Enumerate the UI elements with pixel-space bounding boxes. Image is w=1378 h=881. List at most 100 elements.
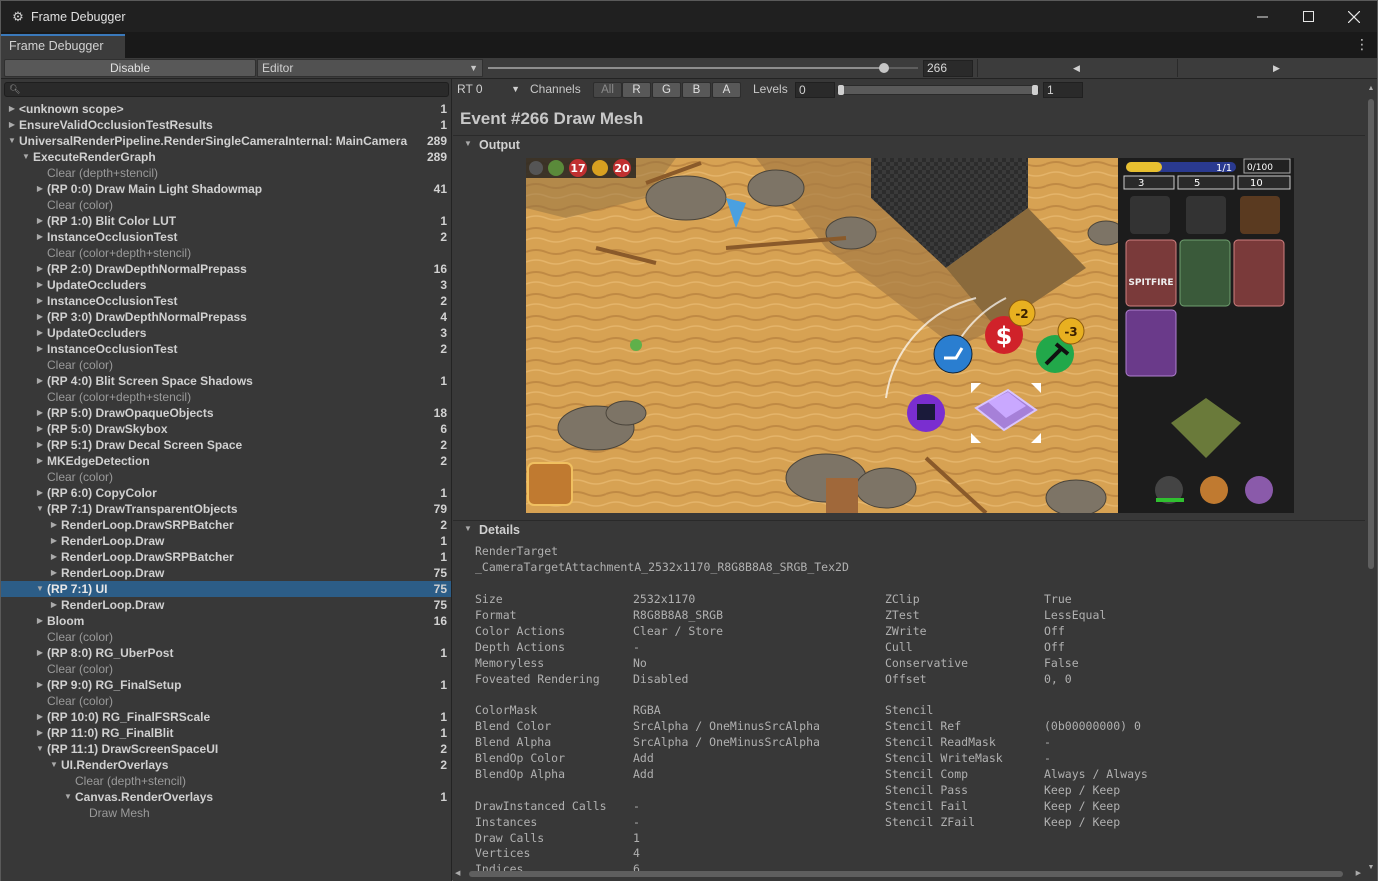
tree-row[interactable]: ▼ (RP 11:1) DrawScreenSpaceUI 2 [1,741,451,757]
collapsed-arrow-icon[interactable]: ▶ [35,421,45,437]
tree-row[interactable]: Clear (color+depth+stencil) [1,245,451,261]
collapsed-arrow-icon[interactable]: ▶ [35,277,45,293]
collapsed-arrow-icon[interactable]: ▶ [35,485,45,501]
tree-row[interactable]: ▶ (RP 10:0) RG_FinalFSRScale 1 [1,709,451,725]
tree-row[interactable]: Clear (color) [1,629,451,645]
tree-row[interactable]: ▶ RenderLoop.Draw 75 [1,597,451,613]
channel-g-button[interactable]: G [652,82,681,98]
expanded-arrow-icon[interactable]: ▼ [49,757,59,773]
horizontal-scrollbar[interactable]: ◀ ▶ [455,869,1361,879]
tree-row[interactable]: ▼ UniversalRenderPipeline.RenderSingleCam… [1,133,451,149]
tree-row[interactable]: Clear (color) [1,469,451,485]
collapsed-arrow-icon[interactable]: ▶ [49,565,59,581]
collapsed-arrow-icon[interactable]: ▶ [35,229,45,245]
collapsed-arrow-icon[interactable]: ▶ [35,293,45,309]
target-dropdown[interactable]: Editor ▼ [257,59,483,77]
levels-min-handle[interactable] [838,85,844,95]
more-options-icon[interactable]: ⋮ [1355,37,1369,51]
collapsed-arrow-icon[interactable]: ▶ [35,613,45,629]
levels-max-field[interactable]: 1 [1043,82,1083,98]
collapsed-arrow-icon[interactable]: ▶ [35,309,45,325]
collapsed-arrow-icon[interactable]: ▶ [35,709,45,725]
tree-row[interactable]: ▶ InstanceOcclusionTest 2 [1,229,451,245]
channel-b-button[interactable]: B [682,82,711,98]
tree-row[interactable]: ▶ (RP 1:0) Blit Color LUT 1 [1,213,451,229]
collapsed-arrow-icon[interactable]: ▶ [35,181,45,197]
channel-all-button[interactable]: All [593,82,622,98]
tree-row[interactable]: ▶ (RP 5:0) DrawSkybox 6 [1,421,451,437]
tree-row[interactable]: ▶ InstanceOcclusionTest 2 [1,341,451,357]
channel-r-button[interactable]: R [622,82,651,98]
horizontal-scrollbar-thumb[interactable] [469,871,1343,877]
collapsed-arrow-icon[interactable]: ▶ [7,101,17,117]
tree-row[interactable]: Clear (color) [1,693,451,709]
expanded-arrow-icon[interactable]: ▼ [35,501,45,517]
tree-row[interactable]: ▼ UI.RenderOverlays 2 [1,757,451,773]
collapsed-arrow-icon[interactable]: ▶ [35,213,45,229]
tree-row[interactable]: ▶ <unknown scope> 1 [1,101,451,117]
expanded-arrow-icon[interactable]: ▼ [21,149,31,165]
tree-row[interactable]: ▶ (RP 8:0) RG_UberPost 1 [1,645,451,661]
levels-range-slider[interactable] [837,85,1039,95]
tree-row[interactable]: ▶ (RP 0:0) Draw Main Light Shadowmap 41 [1,181,451,197]
collapsed-arrow-icon[interactable]: ▶ [49,549,59,565]
disable-button[interactable]: Disable [4,59,256,77]
event-slider[interactable] [488,63,918,73]
minimize-button[interactable] [1239,1,1285,32]
tree-row[interactable]: ▼ (RP 7:1) UI 75 [1,581,451,597]
tree-row[interactable]: ▼ (RP 7:1) DrawTransparentObjects 79 [1,501,451,517]
tree-row[interactable]: ▶ (RP 4:0) Blit Screen Space Shadows 1 [1,373,451,389]
expanded-arrow-icon[interactable]: ▼ [63,789,73,805]
tree-row[interactable]: ▶ RenderLoop.DrawSRPBatcher 2 [1,517,451,533]
tree-row[interactable]: ▶ EnsureValidOcclusionTestResults 1 [1,117,451,133]
collapsed-arrow-icon[interactable]: ▶ [35,725,45,741]
tree-row[interactable]: ▶ UpdateOccluders 3 [1,325,451,341]
tree-row[interactable]: ▶ RenderLoop.Draw 75 [1,565,451,581]
scroll-down-icon[interactable]: ▼ [1367,864,1375,871]
tree-row[interactable]: ▼ ExecuteRenderGraph 289 [1,149,451,165]
previous-event-button[interactable]: ◀ [977,59,1175,77]
levels-min-field[interactable]: 0 [795,82,835,98]
expanded-arrow-icon[interactable]: ▼ [35,741,45,757]
expanded-arrow-icon[interactable]: ▼ [35,581,45,597]
collapsed-arrow-icon[interactable]: ▶ [35,261,45,277]
collapsed-arrow-icon[interactable]: ▶ [49,533,59,549]
tree-row[interactable]: Clear (color) [1,357,451,373]
tree-row[interactable]: ▶ RenderLoop.DrawSRPBatcher 1 [1,549,451,565]
tree-row[interactable]: ▶ Bloom 16 [1,613,451,629]
tree-row[interactable]: Clear (color) [1,197,451,213]
tree-row[interactable]: Clear (depth+stencil) [1,165,451,181]
tree-row[interactable]: ▶ (RP 9:0) RG_FinalSetup 1 [1,677,451,693]
scroll-right-icon[interactable]: ▶ [1356,869,1361,879]
next-event-button[interactable]: ▶ [1177,59,1375,77]
tree-row[interactable]: ▶ (RP 11:0) RG_FinalBlit 1 [1,725,451,741]
tree-row[interactable]: ▶ (RP 2:0) DrawDepthNormalPrepass 16 [1,261,451,277]
collapsed-arrow-icon[interactable]: ▶ [49,597,59,613]
event-slider-handle[interactable] [878,63,889,73]
tree-row[interactable]: Clear (depth+stencil) [1,773,451,789]
tree-row[interactable]: Draw Mesh [1,805,451,821]
collapsed-arrow-icon[interactable]: ▶ [35,437,45,453]
tab-frame-debugger[interactable]: Frame Debugger [1,34,125,58]
collapsed-arrow-icon[interactable]: ▶ [35,373,45,389]
vertical-scrollbar[interactable]: ▲ ▼ [1367,85,1375,871]
close-button[interactable] [1331,1,1377,32]
tree-row[interactable]: ▶ (RP 3:0) DrawDepthNormalPrepass 4 [1,309,451,325]
tree-row[interactable]: ▶ UpdateOccluders 3 [1,277,451,293]
tree-row[interactable]: ▼ Canvas.RenderOverlays 1 [1,789,451,805]
tree-row[interactable]: ▶ (RP 5:1) Draw Decal Screen Space 2 [1,437,451,453]
tree-row[interactable]: ▶ MKEdgeDetection 2 [1,453,451,469]
collapsed-arrow-icon[interactable]: ▶ [7,117,17,133]
scroll-left-icon[interactable]: ◀ [455,869,460,879]
collapsed-arrow-icon[interactable]: ▶ [35,677,45,693]
collapsed-arrow-icon[interactable]: ▶ [35,341,45,357]
collapsed-arrow-icon[interactable]: ▶ [35,453,45,469]
event-index-field[interactable]: 266 [923,60,973,77]
vertical-scrollbar-thumb[interactable] [1368,99,1374,569]
tree-row[interactable]: Clear (color+depth+stencil) [1,389,451,405]
collapsed-arrow-icon[interactable]: ▶ [35,645,45,661]
expanded-arrow-icon[interactable]: ▼ [7,133,17,149]
tree-row[interactable]: Clear (color) [1,661,451,677]
tree-row[interactable]: ▶ RenderLoop.Draw 1 [1,533,451,549]
details-section-header[interactable]: ▼ Details [453,520,1365,540]
